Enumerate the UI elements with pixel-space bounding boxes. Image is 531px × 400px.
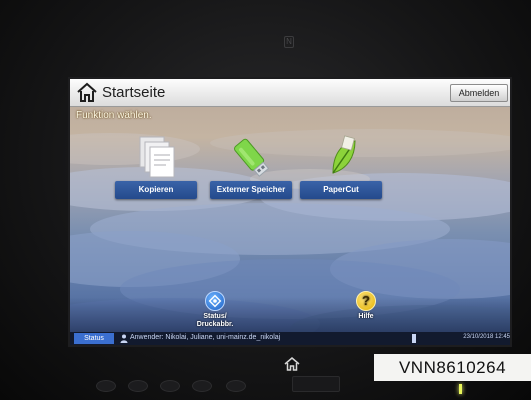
help-label: Hilfe [358, 313, 374, 320]
tile-papercut-label: PaperCut [300, 181, 382, 199]
status-button[interactable]: Status [74, 333, 114, 344]
printer-bezel: N Startseite Abmelden Funktion wählen. K… [0, 0, 531, 400]
hardware-key[interactable] [226, 380, 246, 392]
status-bar: Status Anwender: Nikolai, Juliane, uni-m… [70, 332, 510, 345]
instruction-text: Funktion wählen. [76, 110, 152, 121]
hardware-home-icon[interactable] [284, 356, 300, 372]
title-bar: Startseite Abmelden [70, 79, 510, 107]
serial-number-label: VNN8610264 [374, 354, 531, 381]
logged-in-user: Anwender: Nikolai, Juliane, uni-mainz.de… [130, 334, 281, 341]
date-time: 23/10/2018 12:45 [463, 334, 510, 340]
usb-drive-icon [234, 138, 270, 177]
hardware-panel-button[interactable] [292, 376, 340, 392]
page-title: Startseite [102, 84, 166, 101]
hardware-key[interactable] [192, 380, 212, 392]
tile-papercut[interactable]: PaperCut [300, 135, 382, 201]
tile-copy-label: Kopieren [115, 181, 197, 199]
hardware-key[interactable] [160, 380, 180, 392]
keypad-indicator-icon [412, 334, 416, 343]
bottom-dock [70, 297, 510, 333]
status-led [459, 384, 462, 394]
user-icon [120, 334, 128, 343]
home-icon[interactable] [76, 82, 98, 103]
copy-documents-icon [139, 136, 175, 178]
hardware-key[interactable] [128, 380, 148, 392]
help-icon: ? [356, 291, 376, 311]
tile-external-storage[interactable]: Externer Speicher [210, 135, 292, 201]
help-button[interactable]: ? Hilfe [346, 291, 386, 320]
status-icon [205, 291, 225, 311]
tile-external-storage-label: Externer Speicher [210, 181, 292, 199]
papercut-leaf-icon [332, 135, 356, 174]
touch-screen: Startseite Abmelden Funktion wählen. Kop… [68, 77, 512, 347]
hardware-key[interactable] [96, 380, 116, 392]
status-job-cancel-button[interactable]: Status/ Druckabbr. [185, 291, 245, 329]
logout-button[interactable]: Abmelden [450, 84, 508, 102]
nfc-icon: N [284, 36, 294, 48]
tile-copy[interactable]: Kopieren [115, 135, 197, 201]
status-job-cancel-label: Status/ Druckabbr. [196, 313, 234, 328]
